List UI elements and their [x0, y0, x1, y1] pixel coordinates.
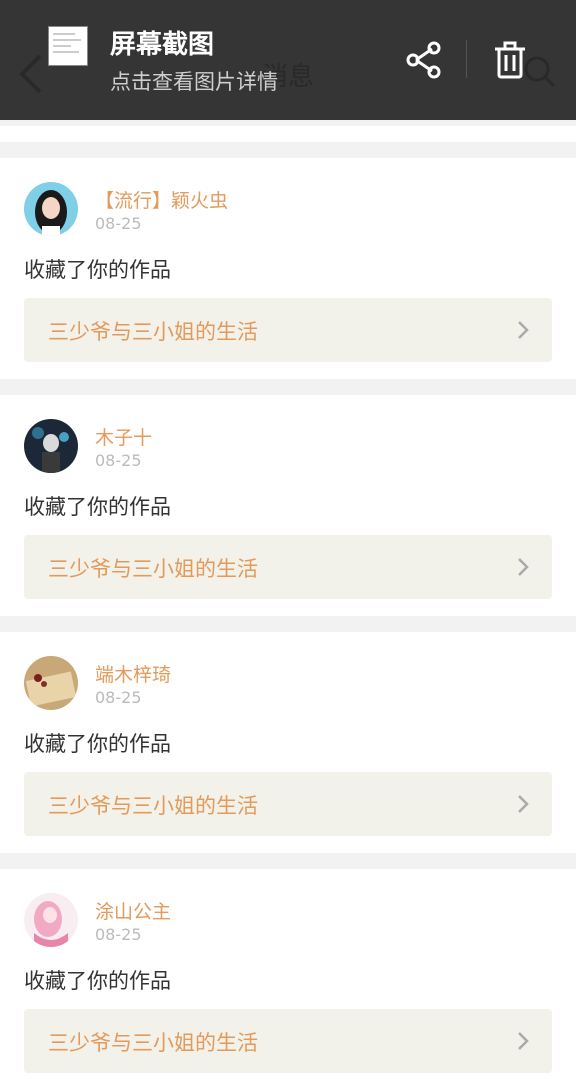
divider	[466, 40, 467, 78]
message-date: 08-25	[95, 688, 142, 707]
user-name[interactable]: 端木梓琦	[95, 660, 171, 687]
message-list: 【流行】颖火虫 08-25 收藏了你的作品 三少爷与三小姐的生活 木子十 08-…	[0, 126, 576, 1090]
work-link[interactable]: 三少爷与三小姐的生活	[24, 298, 552, 362]
message-text: 收藏了你的作品	[24, 732, 171, 756]
work-link[interactable]: 三少爷与三小姐的生活	[24, 535, 552, 599]
notification-title: 屏幕截图	[110, 30, 215, 60]
work-link[interactable]: 三少爷与三小姐的生活	[24, 772, 552, 836]
message-text: 收藏了你的作品	[24, 495, 171, 519]
work-title: 三少爷与三小姐的生活	[48, 1031, 258, 1055]
trash-icon[interactable]	[490, 40, 530, 80]
work-title: 三少爷与三小姐的生活	[48, 794, 258, 818]
user-name[interactable]: 涂山公主	[95, 897, 171, 924]
chevron-right-icon	[518, 321, 529, 339]
list-item[interactable]: 端木梓琦 08-25 收藏了你的作品 三少爷与三小姐的生活	[0, 632, 576, 853]
user-name[interactable]: 【流行】颖火虫	[95, 186, 228, 213]
notification-subtitle[interactable]: 点击查看图片详情	[110, 66, 278, 96]
message-date: 08-25	[95, 451, 142, 470]
avatar[interactable]	[24, 182, 78, 236]
list-item[interactable]: 【流行】颖火虫 08-25 收藏了你的作品 三少爷与三小姐的生活	[0, 158, 576, 379]
message-text: 收藏了你的作品	[24, 258, 171, 282]
work-link[interactable]: 三少爷与三小姐的生活	[24, 1009, 552, 1073]
message-text: 收藏了你的作品	[24, 969, 171, 993]
message-date: 08-25	[95, 214, 142, 233]
avatar[interactable]	[24, 419, 78, 473]
list-top-strip	[0, 126, 576, 142]
message-date: 08-25	[95, 925, 142, 944]
user-name[interactable]: 木子十	[95, 423, 152, 450]
chevron-right-icon	[518, 1032, 529, 1050]
avatar[interactable]	[24, 893, 78, 947]
avatar[interactable]	[24, 656, 78, 710]
list-item[interactable]: 木子十 08-25 收藏了你的作品 三少爷与三小姐的生活	[0, 395, 576, 616]
chevron-right-icon	[518, 558, 529, 576]
chevron-right-icon	[518, 795, 529, 813]
work-title: 三少爷与三小姐的生活	[48, 320, 258, 344]
screenshot-notification[interactable]: 屏幕截图 点击查看图片详情	[0, 0, 576, 120]
share-icon[interactable]	[404, 40, 444, 80]
work-title: 三少爷与三小姐的生活	[48, 557, 258, 581]
list-item[interactable]: 涂山公主 08-25 收藏了你的作品 三少爷与三小姐的生活	[0, 869, 576, 1090]
screenshot-thumbnail[interactable]	[48, 26, 88, 66]
